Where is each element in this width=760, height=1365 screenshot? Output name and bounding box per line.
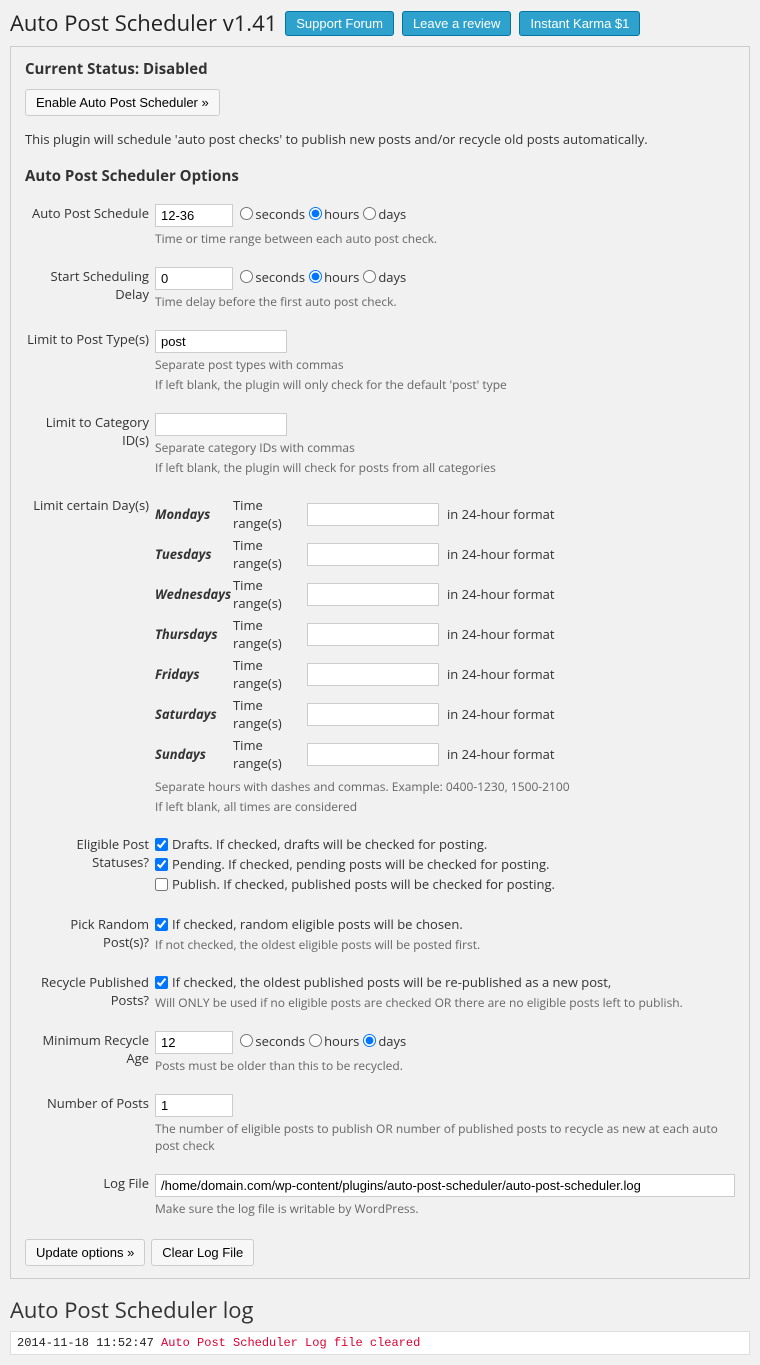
leave-review-button[interactable]: Leave a review [402, 11, 511, 36]
random-label: Pick Random Post(s)? [25, 909, 155, 967]
publish-text: Publish. If checked, published posts wil… [172, 875, 555, 893]
limit-days-label: Limit certain Day(s) [25, 490, 155, 829]
delay-label: Start Scheduling Delay [25, 261, 155, 324]
day-sun: Sundays [155, 745, 231, 763]
schedule-label: Auto Post Schedule [25, 198, 155, 261]
thu-range-input[interactable] [307, 623, 439, 646]
random-text: If checked, random eligible posts will b… [172, 915, 463, 933]
publish-checkbox[interactable] [155, 878, 168, 891]
category-ids-hint2: If left blank, the plugin will check for… [155, 459, 735, 476]
pending-checkbox[interactable] [155, 858, 168, 871]
minage-days-radio[interactable] [363, 1034, 376, 1047]
drafts-text: Drafts. If checked, drafts will be check… [172, 835, 487, 853]
day-tue: Tuesdays [155, 545, 231, 563]
days-hint2: If left blank, all times are considered [155, 798, 735, 815]
random-hint: If not checked, the oldest eligible post… [155, 936, 735, 953]
category-ids-hint1: Separate category IDs with commas [155, 439, 735, 456]
delay-input[interactable] [155, 267, 233, 290]
page-title: Auto Post Scheduler v1.41 [10, 8, 277, 38]
support-forum-button[interactable]: Support Forum [285, 11, 394, 36]
delay-days-radio[interactable] [363, 270, 376, 283]
category-ids-label: Limit to Category ID(s) [25, 407, 155, 490]
schedule-seconds-label: seconds [255, 205, 305, 223]
recycle-checkbox[interactable] [155, 976, 168, 989]
minage-input[interactable] [155, 1031, 233, 1054]
fri-range-input[interactable] [307, 663, 439, 686]
post-types-hint1: Separate post types with commas [155, 356, 735, 373]
schedule-hint: Time or time range between each auto pos… [155, 230, 735, 247]
statuses-label: Eligible Post Statuses? [25, 829, 155, 909]
settings-panel: Current Status: Disabled Enable Auto Pos… [10, 46, 750, 1279]
numposts-input[interactable] [155, 1094, 233, 1117]
log-timestamp: 2014-11-18 11:52:47 [17, 1336, 154, 1350]
post-types-label: Limit to Post Type(s) [25, 324, 155, 407]
schedule-hours-radio[interactable] [309, 207, 322, 220]
schedule-input[interactable] [155, 204, 233, 227]
options-section-title: Auto Post Scheduler Options [25, 166, 735, 186]
numposts-hint: The number of eligible posts to publish … [155, 1120, 735, 1154]
schedule-seconds-radio[interactable] [240, 207, 253, 220]
log-message: Auto Post Scheduler Log file cleared [161, 1336, 420, 1350]
recycle-text: If checked, the oldest published posts w… [172, 973, 611, 991]
category-ids-input[interactable] [155, 413, 287, 436]
logfile-label: Log File [25, 1168, 155, 1231]
post-types-hint2: If left blank, the plugin will only chec… [155, 376, 735, 393]
log-section-title: Auto Post Scheduler log [10, 1295, 750, 1325]
day-wed: Wednesdays [155, 585, 231, 603]
mon-range-input[interactable] [307, 503, 439, 526]
minage-hint: Posts must be older than this to be recy… [155, 1057, 735, 1074]
random-checkbox[interactable] [155, 918, 168, 931]
instant-karma-button[interactable]: Instant Karma $1 [519, 11, 640, 36]
minage-hours-radio[interactable] [309, 1034, 322, 1047]
logfile-input[interactable] [155, 1174, 735, 1197]
day-mon: Mondays [155, 505, 231, 523]
recycle-hint: Will ONLY be used if no eligible posts a… [155, 994, 735, 1011]
current-status: Current Status: Disabled [25, 59, 735, 79]
wed-range-input[interactable] [307, 583, 439, 606]
enable-scheduler-button[interactable]: Enable Auto Post Scheduler » [25, 89, 220, 116]
minage-seconds-radio[interactable] [240, 1034, 253, 1047]
schedule-hours-label: hours [324, 205, 359, 223]
log-output: 2014-11-18 11:52:47 Auto Post Scheduler … [10, 1331, 750, 1355]
days-hint1: Separate hours with dashes and commas. E… [155, 778, 735, 795]
sat-range-input[interactable] [307, 703, 439, 726]
update-options-button[interactable]: Update options » [25, 1239, 145, 1266]
day-thu: Thursdays [155, 625, 231, 643]
logfile-hint: Make sure the log file is writable by Wo… [155, 1200, 735, 1217]
minage-label: Minimum Recycle Age [25, 1025, 155, 1088]
recycle-label: Recycle Published Posts? [25, 967, 155, 1025]
drafts-checkbox[interactable] [155, 838, 168, 851]
delay-seconds-radio[interactable] [240, 270, 253, 283]
plugin-description: This plugin will schedule 'auto post che… [25, 130, 735, 148]
numposts-label: Number of Posts [25, 1088, 155, 1168]
pending-text: Pending. If checked, pending posts will … [172, 855, 549, 873]
schedule-days-radio[interactable] [363, 207, 376, 220]
sun-range-input[interactable] [307, 743, 439, 766]
clear-log-button[interactable]: Clear Log File [151, 1239, 254, 1266]
day-fri: Fridays [155, 665, 231, 683]
tue-range-input[interactable] [307, 543, 439, 566]
schedule-days-label: days [378, 205, 406, 223]
delay-hours-radio[interactable] [309, 270, 322, 283]
delay-hint: Time delay before the first auto post ch… [155, 293, 735, 310]
post-types-input[interactable] [155, 330, 287, 353]
day-sat: Saturdays [155, 705, 231, 723]
